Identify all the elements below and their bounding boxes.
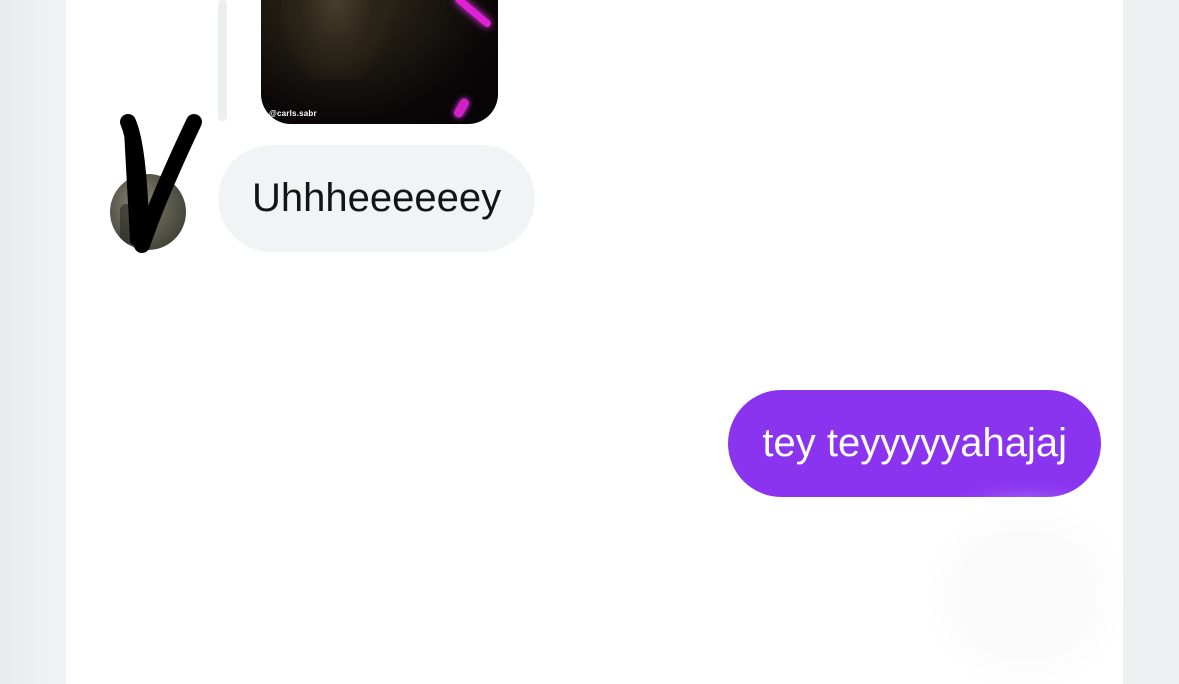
- chat-thread: @carls.sabr Uhhheeeeeey tey teyyyyyahaja…: [66, 0, 1123, 684]
- sender-avatar[interactable]: [110, 174, 186, 250]
- reply-thread-line: [218, 0, 227, 121]
- media-neon-light: [453, 0, 493, 29]
- sent-message-bubble[interactable]: tey teyyyyyahajaj: [728, 390, 1101, 497]
- media-watermark: @carls.sabr: [269, 109, 317, 118]
- blurred-overlay: [956, 530, 1096, 660]
- shared-media-thumbnail[interactable]: @carls.sabr: [261, 0, 498, 124]
- media-neon-light-small: [452, 97, 471, 119]
- received-message-text: Uhhheeeeeey: [252, 176, 502, 220]
- sent-message-text: tey teyyyyyahajaj: [762, 421, 1067, 465]
- avatar-shade: [120, 204, 150, 244]
- media-figure: [281, 0, 391, 80]
- received-message-bubble[interactable]: Uhhheeeeeey: [218, 145, 536, 252]
